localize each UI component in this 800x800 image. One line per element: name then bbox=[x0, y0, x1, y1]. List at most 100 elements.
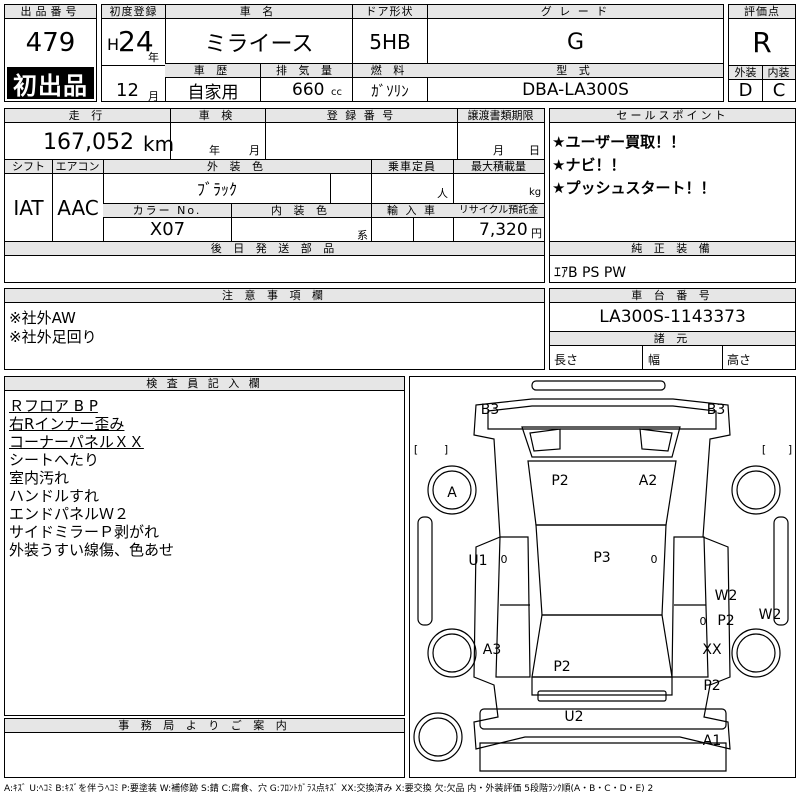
length-label: 長さ bbox=[554, 353, 579, 367]
color-number: X07 bbox=[149, 218, 186, 240]
month: 12 bbox=[116, 80, 139, 101]
bracket-right-open: [ bbox=[762, 443, 766, 456]
chassis-number: LA300S-1143373 bbox=[599, 307, 746, 327]
mark-p2-rear: P2 bbox=[553, 659, 570, 675]
dims-label: 諸 元 bbox=[550, 332, 795, 346]
sales-point-box: セールスポイント ★ユーザー買取！！ ★ナビ！！ ★プッシュスタート！！ bbox=[549, 108, 796, 242]
mark-p2-right: P2 bbox=[717, 613, 734, 629]
color-label: 外 装 色 bbox=[103, 160, 371, 174]
wiper-right bbox=[639, 428, 673, 452]
model-label: 型 式 bbox=[427, 64, 723, 78]
car-diagram-svg: B3 B3 P2 A2 A U1 P3 W2 W2 P2 A3 XX P2 P2… bbox=[413, 380, 792, 772]
rear-bumper-inner bbox=[537, 690, 667, 702]
equipment-value: ｴｱB PS PW bbox=[554, 265, 627, 281]
recycle-unit: 円 bbox=[531, 227, 542, 240]
ac-label: エアコン bbox=[52, 160, 103, 174]
left-side-strip bbox=[417, 516, 433, 626]
mark-a3: A3 bbox=[483, 642, 501, 658]
sales-point-list: ★ユーザー買取！！ ★ナビ！！ ★プッシュスタート！！ bbox=[552, 131, 715, 200]
chassis-label: 車 台 番 号 bbox=[550, 289, 795, 303]
evaluation-box: 評価点 R 外装 内装 D C bbox=[728, 4, 796, 102]
wheel-rear-left bbox=[427, 628, 477, 678]
inspection-year-unit: 年 bbox=[209, 144, 220, 157]
interior-label: 内装 bbox=[762, 66, 795, 80]
fuel: ｶﾞｿﾘﾝ bbox=[371, 81, 409, 100]
recycle-label: リサイクル預託金 bbox=[453, 204, 544, 218]
mark-b3-left: B3 bbox=[481, 402, 500, 418]
history-label: 車 歴 bbox=[165, 64, 260, 78]
displacement-label: 排 気 量 bbox=[260, 64, 352, 78]
bracket-left-open: [ bbox=[414, 443, 418, 456]
width-label: 幅 bbox=[648, 353, 661, 367]
notes-box: 注 意 事 項 欄 ※社外AW ※社外足回り bbox=[4, 288, 545, 370]
notes-label: 注 意 事 項 欄 bbox=[5, 289, 544, 303]
grade: G bbox=[566, 29, 585, 55]
color-no-label: カラー No. bbox=[103, 204, 231, 218]
mileage-label: 走 行 bbox=[5, 109, 170, 123]
inspection-label: 車 検 bbox=[170, 109, 265, 123]
mark-a2: A2 bbox=[639, 473, 657, 489]
top-header-table: 初度登録 車 名 ドア形状 グ レ ー ド H 24 年 ミライース 5HB G… bbox=[101, 4, 724, 103]
office-box: 事 務 局 よ り ご 案 内 bbox=[4, 718, 405, 778]
office-label: 事 務 局 よ り ご 案 内 bbox=[5, 719, 404, 733]
mark-w2-outer: W2 bbox=[759, 607, 782, 623]
mileage: 167,052 bbox=[43, 130, 134, 155]
model: DBA-LA300S bbox=[522, 80, 629, 100]
chassis-box: 車 台 番 号 LA300S-1143373 諸 元 長さ 幅 高さ bbox=[549, 288, 796, 370]
interior-color-label: 内 装 色 bbox=[231, 204, 371, 218]
door-type: 5HB bbox=[369, 30, 411, 54]
inspector-item: エンドパネルＷ２ bbox=[9, 505, 130, 523]
displacement: 660 bbox=[292, 80, 325, 100]
note-item: ※社外AW bbox=[9, 309, 76, 327]
inspector-item: Ｒフロア B P bbox=[9, 397, 98, 415]
later-parts-label: 後 日 発 送 部 品 bbox=[5, 242, 544, 256]
inspector-item: コーナーパネルＸＸ bbox=[9, 433, 144, 451]
sales-point-item: ★ナビ！！ bbox=[552, 156, 626, 174]
mark-xx: XX bbox=[702, 642, 722, 658]
damage-diagram: B3 B3 P2 A2 A U1 P3 W2 W2 P2 A3 XX P2 P2… bbox=[409, 376, 796, 778]
mark-w2-inner: W2 bbox=[715, 588, 738, 604]
lot-number: 479 bbox=[25, 28, 76, 58]
shift-label: シフト bbox=[5, 160, 52, 174]
lot-number-label: 出品番号 bbox=[5, 5, 96, 19]
load-unit: kg bbox=[529, 187, 542, 198]
mark-u2: U2 bbox=[564, 709, 583, 725]
car-name-label: 車 名 bbox=[165, 5, 352, 19]
equipment-box: 純 正 装 備 ｴｱB PS PW bbox=[549, 241, 796, 283]
interior-grade: C bbox=[772, 79, 786, 101]
capacity-unit: 人 bbox=[437, 187, 448, 200]
sales-point-label: セールスポイント bbox=[550, 109, 795, 123]
import-label: 輸 入 車 bbox=[371, 204, 453, 218]
mark-a1: A1 bbox=[703, 733, 721, 749]
mark-zero-left: 0 bbox=[501, 553, 508, 566]
transfer-day-unit: 日 bbox=[529, 144, 540, 157]
capacity-label: 乗車定員 bbox=[371, 160, 453, 174]
fuel-label: 燃 料 bbox=[352, 64, 427, 78]
mark-b3-right: B3 bbox=[707, 402, 726, 418]
front-bumper-top bbox=[531, 380, 666, 391]
rear-bumper bbox=[479, 708, 727, 730]
inspection-month-unit: 月 bbox=[249, 144, 260, 157]
car-name: ミライース bbox=[204, 32, 314, 57]
mark-p3: P3 bbox=[593, 550, 610, 566]
inspector-box: 検 査 員 記 入 欄 Ｒフロア B P 右Rインナー歪み コーナーパネルＸＸ … bbox=[4, 376, 405, 716]
car-body-outline bbox=[473, 398, 731, 750]
exterior-label: 外装 bbox=[729, 66, 762, 80]
inspector-item: 室内汚れ bbox=[9, 469, 70, 487]
inspector-label: 検 査 員 記 入 欄 bbox=[5, 377, 404, 391]
spare-wheel bbox=[413, 712, 463, 762]
mark-zero-p2: 0 bbox=[700, 615, 707, 628]
sales-point-item: ★プッシュスタート！！ bbox=[552, 179, 716, 197]
year-unit: 年 bbox=[148, 51, 159, 64]
wiper-left bbox=[529, 428, 561, 452]
roof bbox=[535, 524, 667, 616]
vehicle-info-table: 走 行 車 検 登 録 番 号 譲渡書類期限 167,052 km 年 月 月 … bbox=[4, 108, 545, 242]
displacement-unit: cc bbox=[331, 87, 342, 98]
inspector-item: サイドミラーＰ剥がれ bbox=[9, 523, 160, 541]
inspector-item: 外装うすい線傷、色あせ bbox=[9, 541, 175, 559]
inspector-item: ハンドルすれ bbox=[9, 487, 100, 505]
recycle-fee: 7,320 bbox=[479, 220, 528, 240]
note-item: ※社外足回り bbox=[9, 328, 97, 346]
mark-zero-right: 0 bbox=[651, 553, 658, 566]
sales-point-item: ★ユーザー買取！！ bbox=[552, 133, 686, 151]
